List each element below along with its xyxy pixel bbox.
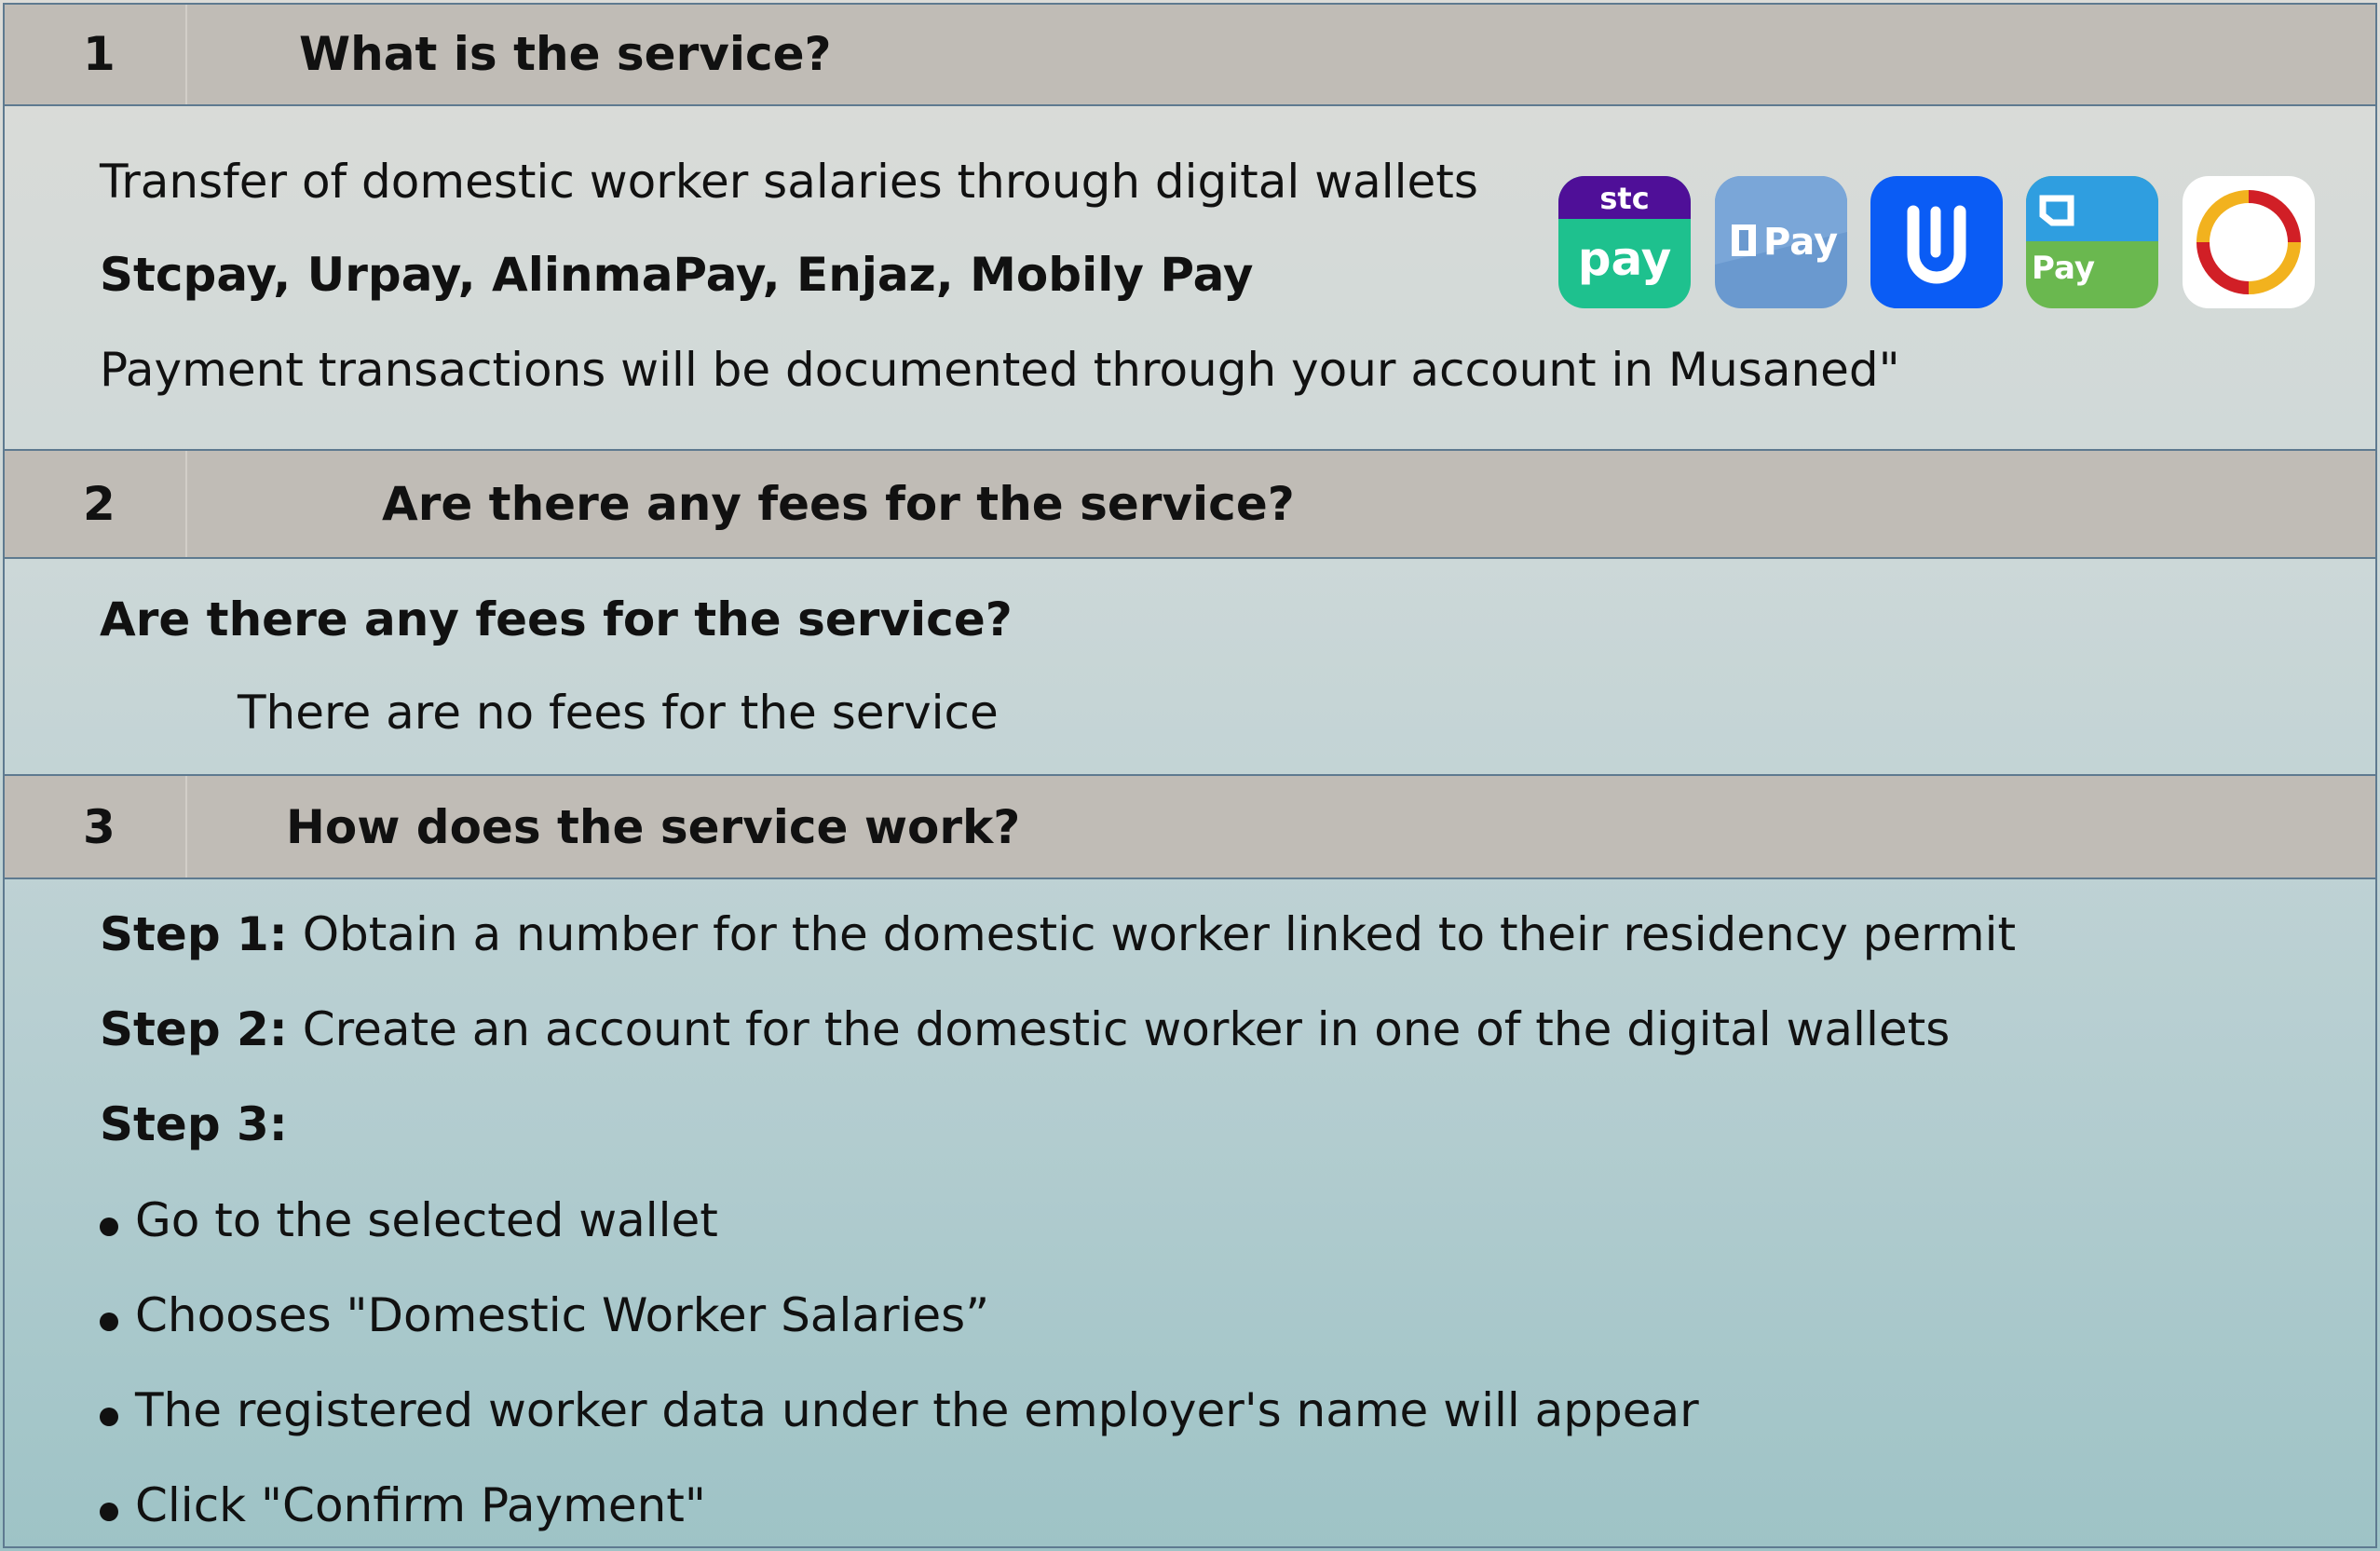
section-question: How does the service work? [286,799,1021,854]
step-label: Step 3: [100,1097,288,1151]
section-2-body: Are there any fees for the service? Ther… [3,559,2377,774]
mobily-pay-logo-text: Pay [2032,250,2095,287]
bullet-item: The registered worker data under the emp… [100,1383,1699,1437]
wallet-list: Stcpay, Urpay, AlinmaPay, Enjaz, Mobily … [100,248,1254,302]
section-3-body: Step 1: Obtain a number for the domestic… [3,879,2377,1548]
step-label: Step 2: [100,1002,288,1056]
section-2-header: 2 Are there any fees for the service? [3,449,2377,559]
step-label: Step 1: [100,907,288,961]
alinmapay-logo-icon [1870,176,2003,308]
urpay-logo-icon: Pay [1715,176,1847,308]
stcpay-logo-icon: stc pay [1558,176,1691,308]
section-number: 2 [3,451,187,557]
step-3: Step 3: [100,1097,288,1151]
step-1: Step 1: Obtain a number for the domestic… [100,907,2016,961]
stc-pay-logo-text: pay [1578,232,1672,286]
faq-document: 1 What is the service? Transfer of domes… [3,3,2377,1548]
fees-answer: There are no fees for the service [238,686,999,740]
step-2: Step 2: Create an account for the domest… [100,1002,1950,1056]
section-1-header: 1 What is the service? [3,3,2377,106]
step-text: Obtain a number for the domestic worker … [287,907,2017,961]
urpay-logo-text: Pay [1763,221,1838,264]
step-text: Create an account for the domestic worke… [287,1002,1951,1056]
documentation-note: Payment transactions will be documented … [100,343,1900,397]
enjaz-logo-icon [2183,176,2315,308]
fees-question: Are there any fees for the service? [100,592,1013,646]
section-question: Are there any fees for the service? [382,477,1295,531]
section-question: What is the service? [299,26,832,81]
stc-logo-text: stc [1599,181,1649,216]
section-number: 3 [3,776,187,878]
bullet-item: Go to the selected wallet [100,1193,718,1247]
section-number: 1 [3,3,187,104]
service-description: Transfer of domestic worker salaries thr… [100,155,1478,209]
mobilypay-logo-icon: Pay [2026,176,2158,308]
bullet-item: Chooses "Domestic Worker Salaries” [99,1288,990,1342]
section-3-header: 3 How does the service work? [3,774,2377,879]
section-1-body: Transfer of domestic worker salaries thr… [3,106,2377,449]
bullet-item: Click "Confirm Payment" [100,1478,706,1532]
